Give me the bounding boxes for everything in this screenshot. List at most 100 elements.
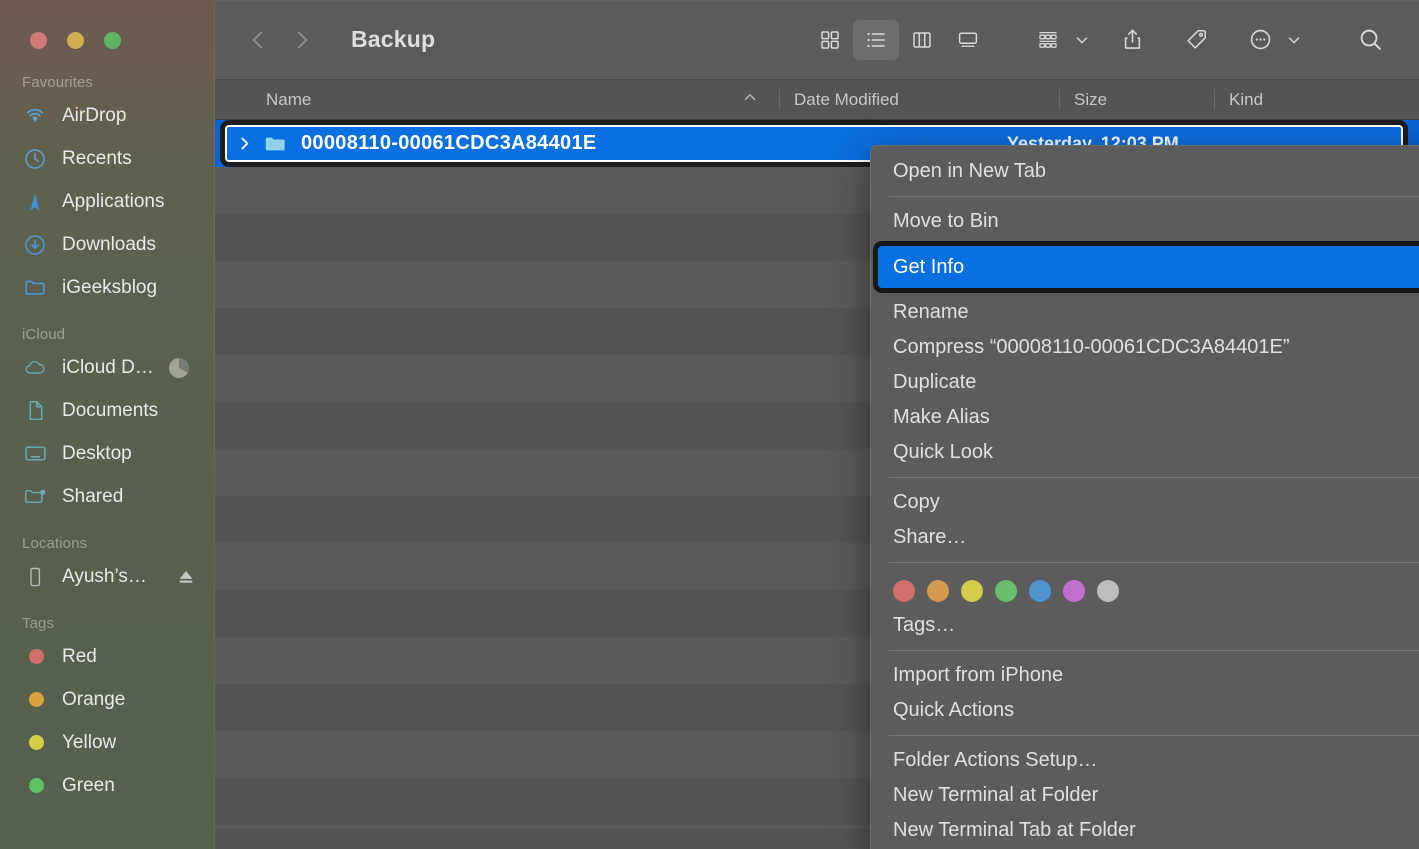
sidebar-item-label: Recents	[62, 147, 132, 169]
menu-item-share[interactable]: Share…	[871, 520, 1419, 555]
menu-item-rename[interactable]: Rename	[871, 295, 1419, 330]
menu-separator	[889, 562, 1419, 563]
sidebar-item-ayushs-iphone[interactable]: Ayush’s…	[0, 555, 215, 598]
more-actions-icon[interactable]	[1237, 20, 1283, 60]
context-menu: Open in New Tab Move to Bin Get Info Ren…	[870, 145, 1419, 849]
tag-swatch-green[interactable]	[995, 580, 1017, 602]
back-button[interactable]	[245, 27, 271, 53]
sidebar-group-favourites-title: Favourites	[22, 74, 94, 91]
sidebar-item-label: Downloads	[62, 233, 156, 255]
menu-item-tags[interactable]: Tags…	[871, 608, 1419, 643]
sort-ascending-icon	[742, 89, 758, 110]
menu-item-compress[interactable]: Compress “00008110-00061CDC3A84401E”	[871, 330, 1419, 365]
menu-item-copy[interactable]: Copy	[871, 485, 1419, 520]
sidebar-item-label: Desktop	[62, 442, 132, 464]
group-by-icon[interactable]	[1025, 20, 1071, 60]
sidebar: Favourites AirDrop Recents Applications …	[0, 0, 215, 849]
tag-swatch-orange[interactable]	[927, 580, 949, 602]
tag-swatch-gray[interactable]	[1097, 580, 1119, 602]
sidebar-group-locations-title: Locations	[22, 535, 88, 552]
forward-button[interactable]	[289, 27, 315, 53]
menu-item-quick-actions[interactable]: Quick Actions	[871, 693, 1419, 728]
list-view-icon[interactable]	[853, 19, 899, 60]
storage-pie-icon	[166, 355, 192, 381]
tag-swatch-blue[interactable]	[1029, 580, 1051, 602]
menu-separator	[889, 196, 1419, 197]
sidebar-item-airdrop[interactable]: AirDrop	[0, 94, 215, 137]
menu-separator	[889, 735, 1419, 736]
menu-separator	[889, 650, 1419, 651]
desktop-icon	[22, 441, 48, 467]
tag-dot-icon	[22, 730, 48, 756]
iphone-icon	[22, 564, 48, 590]
applications-icon	[22, 189, 48, 215]
sidebar-item-label: iGeeksblog	[62, 276, 158, 298]
column-header-size[interactable]: Size	[1060, 80, 1215, 119]
finder-window: Backup Name Date Modified Size Kind 0000…	[215, 0, 1419, 849]
sidebar-item-label: Orange	[62, 688, 126, 710]
share-icon[interactable]	[1109, 20, 1155, 60]
sidebar-item-label: Yellow	[62, 731, 117, 753]
sidebar-item-recents[interactable]: Recents	[0, 137, 215, 180]
page-title: Backup	[351, 26, 436, 52]
toolbar: Backup	[215, 0, 1419, 80]
search-icon[interactable]	[1347, 20, 1393, 60]
chevron-down-icon[interactable]	[1073, 31, 1091, 49]
menu-item-new-terminal-at-folder[interactable]: New Terminal at Folder	[871, 778, 1419, 813]
tag-swatch-yellow[interactable]	[961, 580, 983, 602]
column-view-icon[interactable]	[899, 20, 945, 60]
column-header-name[interactable]: Name	[215, 80, 780, 119]
sidebar-item-label: Shared	[62, 485, 124, 507]
folder-icon	[22, 275, 48, 301]
menu-item-get-info[interactable]: Get Info	[871, 241, 1419, 293]
tag-dot-icon	[22, 687, 48, 713]
tag-dot-icon	[22, 644, 48, 670]
sidebar-item-label: Documents	[62, 399, 159, 421]
sidebar-item-label: Ayush’s…	[62, 565, 147, 587]
minimize-button[interactable]	[67, 32, 84, 49]
menu-separator	[889, 477, 1419, 478]
sidebar-item-tag-orange[interactable]: Orange	[0, 678, 215, 721]
menu-item-quick-look[interactable]: Quick Look	[871, 435, 1419, 470]
sidebar-group-icloud-title: iCloud	[22, 326, 66, 343]
sidebar-item-tag-yellow[interactable]: Yellow	[0, 721, 215, 764]
traffic-lights	[30, 32, 121, 49]
sidebar-item-igeeksblog[interactable]: iGeeksblog	[0, 266, 215, 309]
menu-item-move-to-bin[interactable]: Move to Bin	[871, 204, 1419, 239]
document-icon	[22, 398, 48, 424]
tag-swatches	[871, 570, 1419, 608]
menu-item-duplicate[interactable]: Duplicate	[871, 365, 1419, 400]
airdrop-icon	[22, 103, 48, 129]
sidebar-item-tag-red[interactable]: Red	[0, 635, 215, 678]
tag-icon[interactable]	[1173, 20, 1219, 60]
column-header-date-modified[interactable]: Date Modified	[780, 80, 1060, 119]
column-headers: Name Date Modified Size Kind	[215, 80, 1419, 120]
menu-item-folder-actions-setup[interactable]: Folder Actions Setup…	[871, 743, 1419, 778]
eject-icon[interactable]	[175, 566, 197, 588]
sidebar-item-desktop[interactable]: Desktop	[0, 432, 215, 475]
column-header-kind[interactable]: Kind	[1215, 80, 1419, 119]
sidebar-item-label: Red	[62, 645, 97, 667]
menu-item-import-from-iphone[interactable]: Import from iPhone	[871, 658, 1419, 693]
grid-view-icon[interactable]	[807, 20, 853, 60]
sidebar-item-documents[interactable]: Documents	[0, 389, 215, 432]
downloads-icon	[22, 232, 48, 258]
sidebar-item-label: iCloud D…	[62, 356, 154, 378]
sidebar-item-shared[interactable]: Shared	[0, 475, 215, 518]
menu-item-open-in-new-tab[interactable]: Open in New Tab	[871, 154, 1419, 189]
gallery-view-icon[interactable]	[945, 20, 991, 60]
tag-swatch-red[interactable]	[893, 580, 915, 602]
menu-item-make-alias[interactable]: Make Alias	[871, 400, 1419, 435]
sidebar-item-applications[interactable]: Applications	[0, 180, 215, 223]
shared-folder-icon	[22, 484, 48, 510]
close-button[interactable]	[30, 32, 47, 49]
cloud-icon	[22, 355, 48, 381]
tag-swatch-purple[interactable]	[1063, 580, 1085, 602]
chevron-down-icon[interactable]	[1285, 31, 1303, 49]
sidebar-item-tag-green[interactable]: Green	[0, 764, 215, 807]
sidebar-item-label: Green	[62, 774, 115, 796]
sidebar-item-downloads[interactable]: Downloads	[0, 223, 215, 266]
menu-item-new-terminal-tab-at-folder[interactable]: New Terminal Tab at Folder	[871, 813, 1419, 848]
sidebar-item-icloud-drive[interactable]: iCloud D…	[0, 346, 215, 389]
zoom-button[interactable]	[104, 32, 121, 49]
